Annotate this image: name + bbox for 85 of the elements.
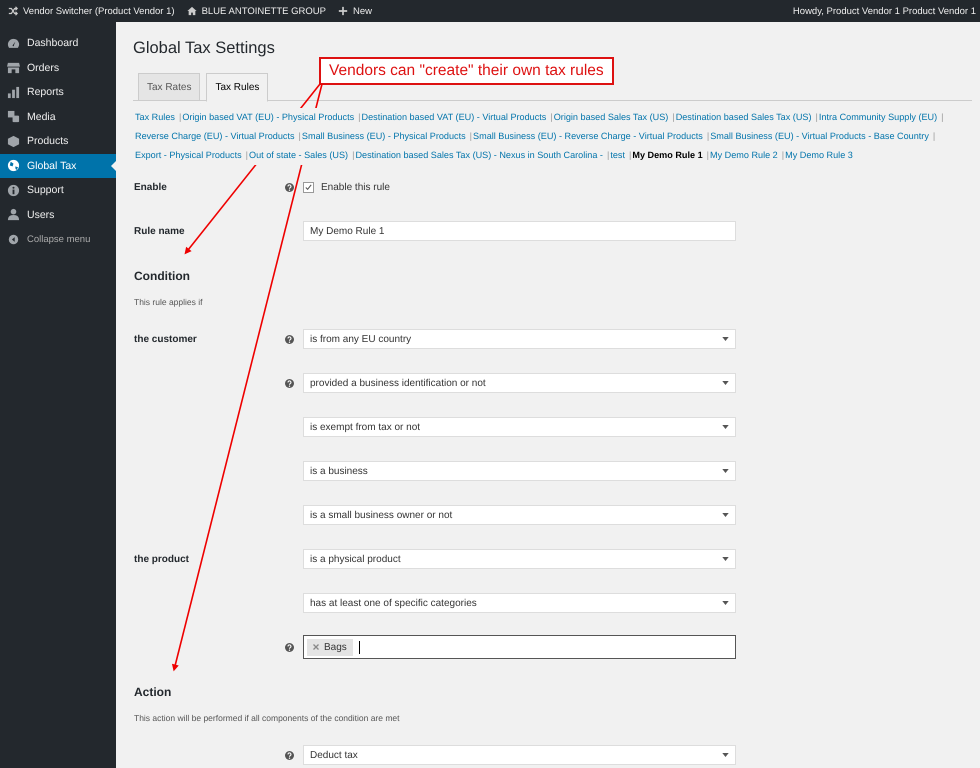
media-icon <box>7 110 20 124</box>
select-dropdown[interactable]: is a business <box>303 461 736 481</box>
collapse-menu-button[interactable]: Collapse menu <box>0 227 116 252</box>
rule-link[interactable]: Small Business (EU) - Physical Products <box>302 127 466 146</box>
field-label: the product <box>134 554 189 564</box>
section-description: This action will be performed if all components of the condition are met <box>133 712 401 725</box>
bar-chart-icon <box>7 86 20 99</box>
sidebar-item[interactable]: Orders <box>0 56 116 80</box>
new-link[interactable]: New <box>338 6 372 16</box>
checkbox[interactable] <box>303 182 314 192</box>
shuffle-icon <box>8 6 18 16</box>
field-label: Rule name <box>134 226 185 236</box>
help-icon[interactable] <box>285 378 294 388</box>
select-dropdown[interactable]: has at least one of specific categories <box>303 593 736 613</box>
sidebar-item[interactable]: Users <box>0 202 116 227</box>
collapse-icon <box>8 234 19 245</box>
link-separator: | <box>550 111 553 124</box>
caret-icon <box>722 601 729 605</box>
link-separator: | <box>672 111 675 124</box>
globe-icon <box>7 159 20 172</box>
link-separator: | <box>706 130 710 143</box>
caret-icon <box>722 337 729 341</box>
tag-chip: Bags <box>307 638 353 656</box>
account-greeting[interactable]: Howdy, Product Vendor 1 Product Vendor 1 <box>792 6 976 16</box>
plus-icon <box>338 6 348 16</box>
select-dropdown[interactable]: is from any EU country <box>303 329 736 349</box>
select-dropdown[interactable]: Deduct tax <box>303 745 736 765</box>
caret-icon <box>722 513 729 517</box>
rule-link[interactable]: Out of state - Sales (US) <box>249 146 348 165</box>
sidebar-item[interactable]: Global Tax <box>0 154 116 178</box>
section-heading: Action <box>133 685 172 699</box>
tab[interactable]: Tax Rates <box>138 73 200 101</box>
caret-icon <box>722 557 729 561</box>
caret-icon <box>722 425 729 429</box>
rule-link[interactable]: Origin based VAT (EU) - Physical Products <box>182 108 354 127</box>
section-heading: Condition <box>133 269 190 283</box>
link-separator: | <box>352 149 354 162</box>
tag-input-field[interactable]: Bags <box>303 635 736 659</box>
link-separator: | <box>782 149 784 162</box>
help-icon[interactable] <box>285 182 294 192</box>
user-icon <box>7 208 20 222</box>
select-dropdown[interactable]: is exempt from tax or not <box>303 417 736 437</box>
store-icon <box>7 61 20 74</box>
help-icon[interactable] <box>285 642 294 652</box>
select-dropdown[interactable]: is a small business owner or not <box>303 505 736 525</box>
page-title: Global Tax Settings <box>133 38 276 59</box>
caret-icon <box>722 381 729 385</box>
caret-icon <box>722 469 729 473</box>
site-link[interactable]: BLUE ANTOINETTE GROUP <box>186 6 326 16</box>
caret-icon <box>722 753 729 757</box>
link-separator: | <box>470 130 472 143</box>
link-separator: | <box>629 149 632 162</box>
remove-icon[interactable] <box>313 644 319 650</box>
tab[interactable]: Tax Rules <box>206 73 268 102</box>
link-separator: | <box>298 130 301 143</box>
link-separator: | <box>358 111 361 124</box>
sidebar-item[interactable]: Dashboard <box>0 31 116 56</box>
section-description: This rule applies if <box>133 296 204 309</box>
box-icon <box>7 134 20 148</box>
home-icon <box>186 6 197 16</box>
sidebar-item[interactable]: Media <box>0 104 116 129</box>
text-cursor <box>358 640 360 654</box>
vendor-switcher-link[interactable]: Vendor Switcher (Product Vendor 1) <box>8 6 175 16</box>
link-separator: | <box>246 149 248 162</box>
annotation-callout: Vendors can "create" their own tax rules <box>319 57 614 85</box>
link-separator: | <box>178 111 182 124</box>
field-label: the customer <box>134 334 197 344</box>
link-separator: | <box>941 111 944 124</box>
link-separator: | <box>816 111 818 124</box>
select-dropdown[interactable]: is a physical product <box>303 549 736 569</box>
rule-link[interactable]: Reverse Charge (EU) - Virtual Products <box>135 127 295 146</box>
help-icon[interactable] <box>285 334 294 344</box>
checkbox-label: Enable this rule <box>321 182 390 192</box>
field-label: Enable <box>134 182 167 192</box>
link-separator: | <box>606 149 610 162</box>
link-separator: | <box>932 130 936 143</box>
sidebar-item[interactable]: Reports <box>0 80 116 104</box>
dashboard-icon <box>7 36 20 50</box>
text-field[interactable]: My Demo Rule 1 <box>303 221 736 241</box>
sidebar-item[interactable]: Support <box>0 178 116 202</box>
sidebar-item[interactable]: Products <box>0 129 116 154</box>
info-icon <box>7 184 20 197</box>
link-separator: | <box>706 149 710 162</box>
help-icon[interactable] <box>285 750 294 760</box>
select-dropdown[interactable]: provided a business identification or not <box>303 373 736 393</box>
